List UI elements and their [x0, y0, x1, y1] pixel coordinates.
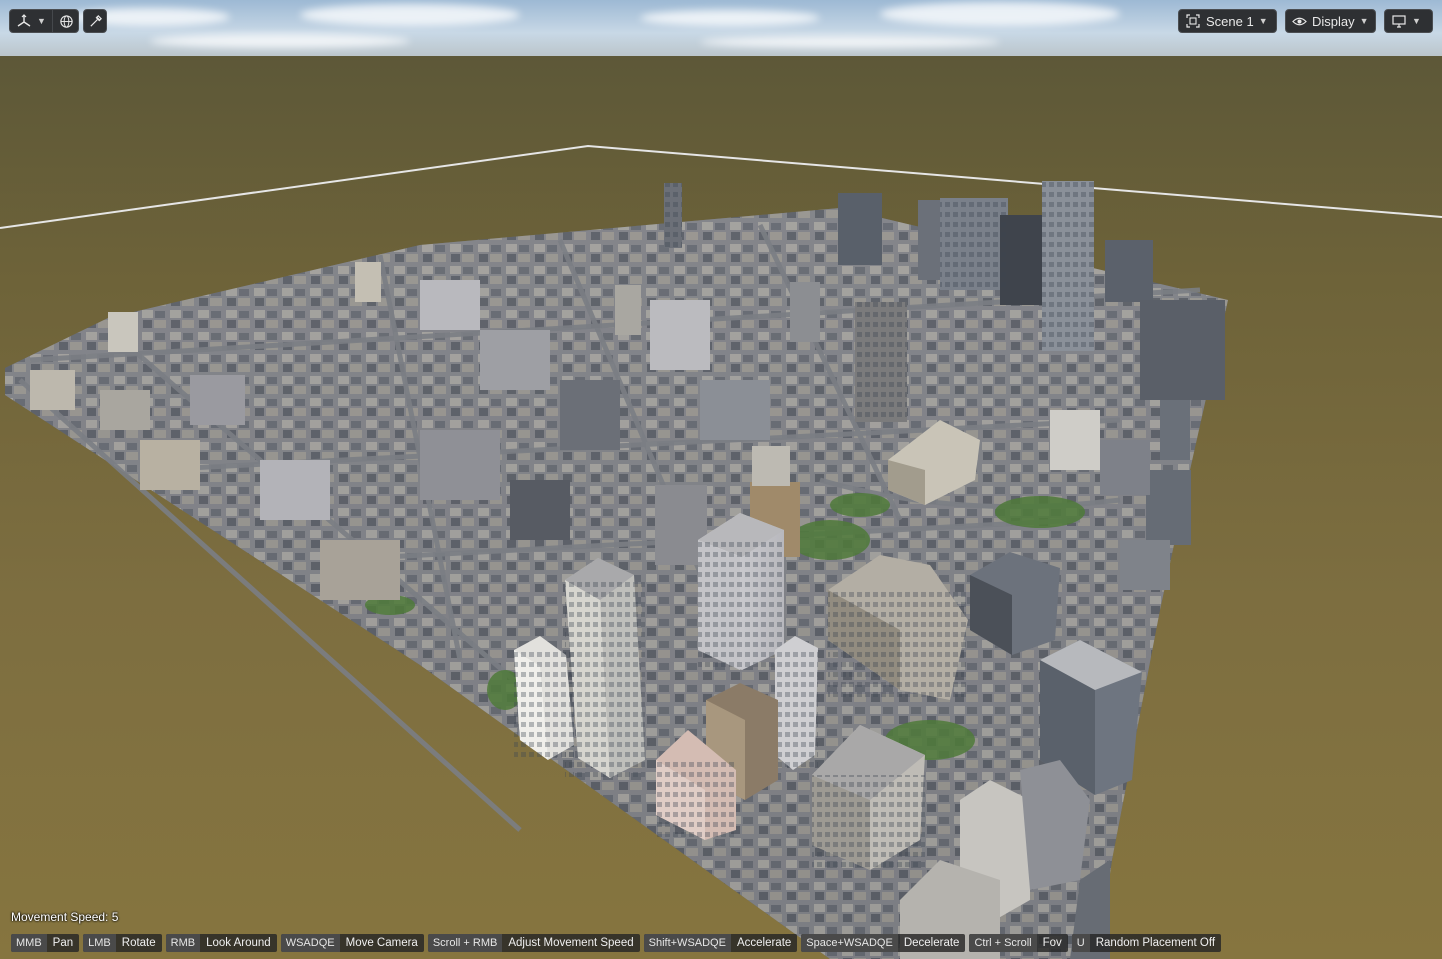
globe-icon [59, 14, 74, 29]
hint-item: Shift+WSADQE Accelerate [643, 934, 798, 952]
transform-tool-button[interactable]: ▼ [10, 10, 52, 32]
control-hints-bar: MMB Pan LMB Rotate RMB Look Around WSADQE Mo… [11, 934, 1222, 952]
eyedropper-icon [88, 14, 103, 29]
city-model [0, 144, 1442, 959]
hint-key: RMB [165, 934, 201, 952]
hint-key: U [1071, 934, 1090, 952]
globe-button[interactable] [51, 10, 80, 32]
hint-item: WSADQE Move Camera [280, 934, 424, 952]
hint-key: Space+WSADQE [801, 934, 898, 952]
hint-key: Ctrl + Scroll [969, 934, 1037, 952]
screen-options-group: ▼ [1384, 9, 1433, 33]
eye-icon [1292, 14, 1307, 29]
movement-speed-readout: Movement Speed: 5 [11, 910, 119, 924]
hint-action: Pan [52, 937, 74, 949]
hint-action: Look Around [206, 937, 271, 949]
hint-key: Shift+WSADQE [643, 934, 731, 952]
hint-action: Adjust Movement Speed [508, 937, 634, 949]
chevron-down-icon: ▼ [1359, 16, 1369, 26]
chevron-down-icon: ▼ [1412, 16, 1421, 26]
hint-action: Random Placement Off [1095, 937, 1216, 949]
scene-selector-group: Scene 1 ▼ [1178, 9, 1277, 33]
hint-item: LMB Rotate [83, 934, 162, 952]
chevron-down-icon: ▼ [37, 16, 46, 26]
hint-action: Rotate [121, 937, 156, 949]
scene-viewport[interactable]: ▼ Scene 1 ▼ Display ▼ ▼ Movement Speed: … [0, 0, 1442, 959]
camera-frame-icon [1185, 13, 1201, 29]
hint-item: U Random Placement Off [1071, 934, 1222, 952]
hint-key: MMB [11, 934, 47, 952]
picker-tool-group [83, 9, 107, 33]
hint-action: Accelerate [736, 937, 792, 949]
hint-item: Space+WSADQE Decelerate [801, 934, 966, 952]
hint-item: RMB Look Around [165, 934, 277, 952]
scene-dropdown[interactable]: Scene 1 ▼ [1179, 10, 1274, 32]
hint-action: Decelerate [903, 937, 960, 949]
eyedropper-button[interactable] [84, 10, 107, 32]
hint-key: Scroll + RMB [427, 934, 503, 952]
hint-key: LMB [83, 934, 116, 952]
hint-action: Move Camera [345, 937, 418, 949]
transform-gizmo-icon [16, 13, 32, 29]
hint-item: MMB Pan [11, 934, 80, 952]
hint-action: Fov [1042, 937, 1062, 949]
display-selector-group: Display ▼ [1285, 9, 1376, 33]
view-tools-group: ▼ [9, 9, 79, 33]
hint-item: Scroll + RMB Adjust Movement Speed [427, 934, 640, 952]
display-dropdown[interactable]: Display ▼ [1286, 10, 1375, 32]
display-label: Display [1312, 13, 1355, 29]
hint-key: WSADQE [280, 934, 340, 952]
scene-label: Scene 1 [1206, 13, 1254, 29]
chevron-down-icon: ▼ [1258, 16, 1268, 26]
hint-item: Ctrl + Scroll Fov [969, 934, 1068, 952]
screen-options-dropdown[interactable]: ▼ [1385, 10, 1427, 32]
monitor-icon [1391, 13, 1407, 29]
